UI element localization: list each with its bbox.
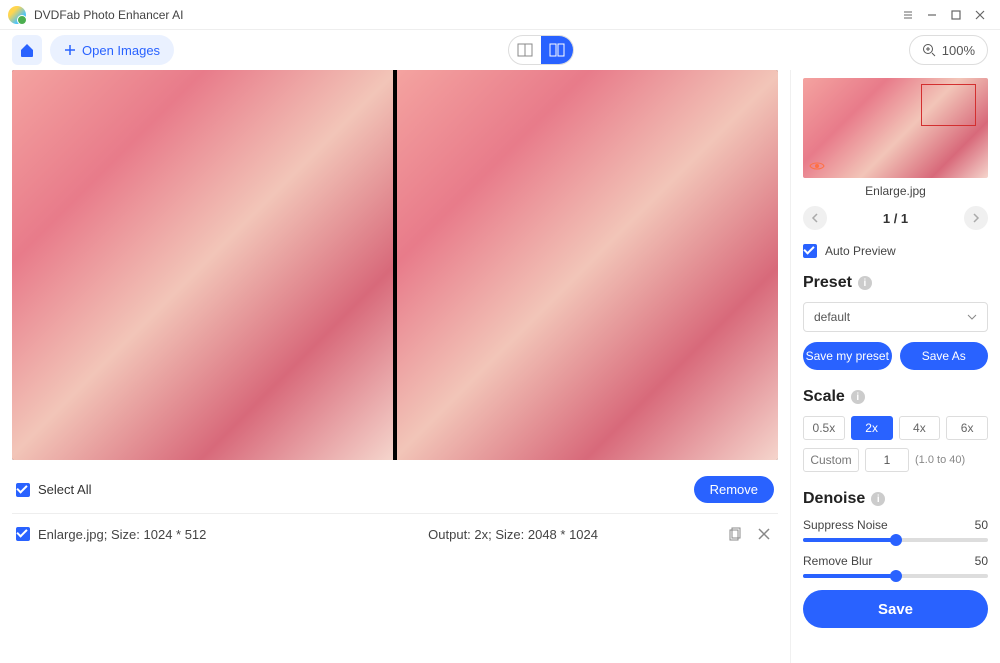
title-bar: DVDFab Photo Enhancer AI <box>0 0 1000 30</box>
single-view-button[interactable] <box>509 36 541 64</box>
scale-range-hint: (1.0 to 40) <box>915 454 965 466</box>
select-all-checkbox[interactable] <box>16 483 30 497</box>
thumbnail[interactable] <box>803 78 988 178</box>
suppress-noise-slider[interactable] <box>803 538 988 542</box>
save-as-button[interactable]: Save As <box>900 342 989 370</box>
preset-select[interactable]: default <box>803 302 988 332</box>
auto-preview-row: Auto Preview <box>803 244 988 258</box>
home-button[interactable] <box>12 35 42 65</box>
minimize-icon[interactable] <box>920 3 944 27</box>
auto-preview-checkbox[interactable] <box>803 244 817 258</box>
preview-after <box>397 70 778 460</box>
pager-next[interactable] <box>964 206 988 230</box>
file-checkbox[interactable] <box>16 527 30 541</box>
pager-prev[interactable] <box>803 206 827 230</box>
thumbnail-filename: Enlarge.jpg <box>803 184 988 198</box>
select-all-label: Select All <box>38 482 91 497</box>
file-output: Output: 2x; Size: 2048 * 1024 <box>428 527 598 542</box>
zoom-button[interactable]: 100% <box>909 35 988 65</box>
scale-custom-button[interactable]: Custom <box>803 448 859 472</box>
remove-blur-value: 50 <box>975 554 988 568</box>
divider <box>12 513 778 514</box>
scale-0-5x[interactable]: 0.5x <box>803 416 845 440</box>
open-images-label: Open Images <box>82 43 160 58</box>
select-all-row: Select All Remove <box>12 470 778 509</box>
remove-blur-label: Remove Blur <box>803 554 872 568</box>
maximize-icon[interactable] <box>944 3 968 27</box>
app-title: DVDFab Photo Enhancer AI <box>34 8 183 22</box>
scale-4x[interactable]: 4x <box>899 416 941 440</box>
file-info: Enlarge.jpg; Size: 1024 * 512 <box>38 527 206 542</box>
scale-options: 0.5x 2x 4x 6x <box>803 416 988 440</box>
preview-before <box>12 70 393 460</box>
close-icon[interactable] <box>968 3 992 27</box>
file-row: Enlarge.jpg; Size: 1024 * 512 Output: 2x… <box>12 518 778 550</box>
file-remove-icon[interactable] <box>754 524 774 544</box>
app-logo-icon <box>8 6 26 24</box>
split-view-button[interactable] <box>541 36 573 64</box>
preset-title: Preset i <box>803 274 988 292</box>
menu-icon[interactable] <box>896 3 920 27</box>
pager-label: 1 / 1 <box>883 211 908 226</box>
denoise-title: Denoise i <box>803 490 988 508</box>
toolbar: Open Images 100% <box>0 30 1000 70</box>
eye-icon[interactable] <box>809 159 825 174</box>
remove-blur-row: Remove Blur 50 <box>803 554 988 578</box>
scale-custom-input[interactable] <box>865 448 909 472</box>
view-toggle <box>508 35 574 65</box>
info-icon[interactable]: i <box>851 390 865 404</box>
scale-title: Scale i <box>803 388 988 406</box>
file-copy-icon[interactable] <box>726 524 746 544</box>
scale-custom-row: Custom (1.0 to 40) <box>803 448 988 472</box>
info-icon[interactable]: i <box>858 276 872 290</box>
save-button[interactable]: Save <box>803 590 988 628</box>
side-panel: Enlarge.jpg 1 / 1 Auto Preview Preset i … <box>790 70 1000 663</box>
preview-split[interactable] <box>12 70 778 460</box>
pager: 1 / 1 <box>803 206 988 230</box>
info-icon[interactable]: i <box>871 492 885 506</box>
save-my-preset-button[interactable]: Save my preset <box>803 342 892 370</box>
main-area: Select All Remove Enlarge.jpg; Size: 102… <box>0 70 790 663</box>
thumbnail-selection[interactable] <box>921 84 976 126</box>
scale-2x[interactable]: 2x <box>851 416 893 440</box>
open-images-button[interactable]: Open Images <box>50 35 174 65</box>
suppress-noise-row: Suppress Noise 50 <box>803 518 988 542</box>
scale-6x[interactable]: 6x <box>946 416 988 440</box>
remove-button[interactable]: Remove <box>694 476 774 503</box>
suppress-noise-label: Suppress Noise <box>803 518 888 532</box>
auto-preview-label: Auto Preview <box>825 244 896 258</box>
suppress-noise-value: 50 <box>975 518 988 532</box>
remove-blur-slider[interactable] <box>803 574 988 578</box>
zoom-label: 100% <box>942 43 975 58</box>
